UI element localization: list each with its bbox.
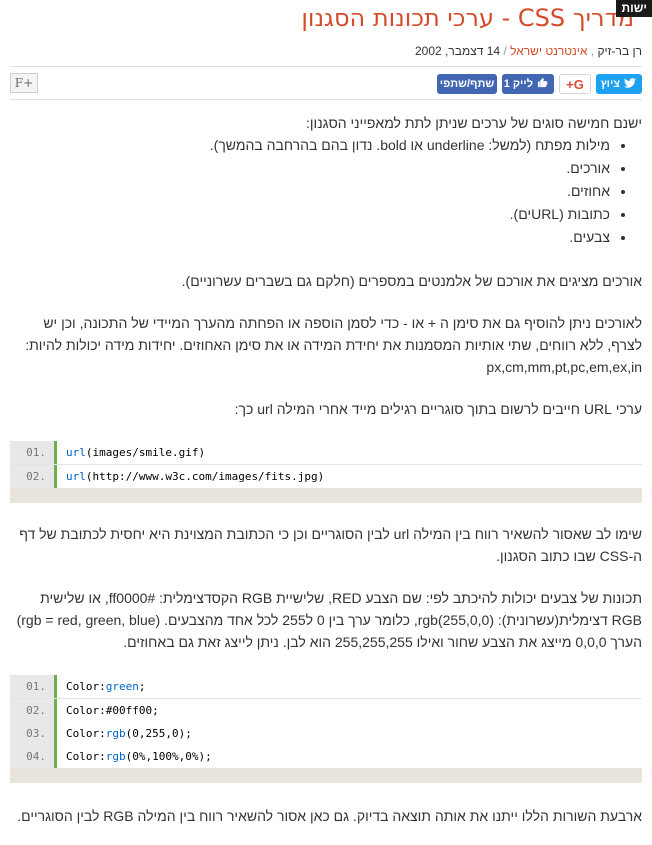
paragraph: אורכים מציגים את אורכם של אלמנטים במספרי… (181, 273, 642, 289)
code-line: 01. Color:green; (10, 675, 642, 698)
article-meta: רן בר-זיק , אינטרנט ישראל / 14 דצמבר, 20… (415, 44, 642, 58)
twitter-button[interactable]: ציוץ (596, 74, 642, 94)
gplus-icon: G+ (566, 76, 584, 92)
section-tag[interactable]: ישות (616, 0, 652, 17)
code-block: 01. url(images/smile.gif) 02. url(http:/… (10, 441, 642, 503)
share-bar: ציוץ G+ לייק 1 שתף/שתפי (437, 74, 642, 94)
thumbs-up-icon (537, 77, 548, 91)
publish-date: 14 דצמבר, 2002 (415, 44, 501, 58)
twitter-icon (624, 77, 636, 91)
code-line: 03. Color:rgb(0,255,0); (10, 721, 642, 745)
paragraph: שימו לב שאסור להשאיר רווח בין המילה url … (19, 526, 642, 564)
list-item: אורכים. (10, 157, 610, 180)
code-block: 01. Color:green; 02. Color:#00ff00; 03. … (10, 675, 642, 783)
site-link[interactable]: אינטרנט ישראל (510, 44, 587, 58)
paragraph: ערכי URL חייבים לרשום בתוך סוגריים רגילי… (234, 401, 642, 417)
value-types-list: מילות מפתח (למשל: underline או bold. נדו… (10, 134, 622, 249)
divider (10, 99, 642, 100)
gplus-button[interactable]: G+ (559, 74, 591, 94)
share-button[interactable]: שתף/שתפי (437, 74, 497, 94)
list-item: צבעים. (10, 226, 610, 249)
paragraph: ארבעת השורות הללו ייתנו את אותה תוצאה בד… (17, 808, 642, 824)
code-line: 04. Color:rgb(0%,100%,0%); (10, 744, 642, 768)
paragraph: ישנם חמישה סוגים של ערכים שניתן לתת למאפ… (306, 115, 642, 131)
list-item: אחוזים. (10, 180, 610, 203)
author-link[interactable]: רן בר-זיק (597, 44, 642, 58)
font-size-button[interactable]: F+ (10, 73, 38, 93)
paragraph: תכונות של צבעים יכולות להיכתב לפי: שם הצ… (16, 590, 642, 650)
article-body: ישנם חמישה סוגים של ערכים שניתן לתת למאפ… (10, 112, 642, 827)
code-line: 02. url(http://www.w3c.com/images/fits.j… (10, 464, 642, 488)
list-item: כתובות (URLים). (10, 203, 610, 226)
divider (10, 66, 642, 67)
like-button[interactable]: לייק 1 (502, 74, 554, 94)
code-line: 02. Color:#00ff00; (10, 698, 642, 722)
paragraph: לאורכים ניתן להוסיף גם את סימן ה + או - … (25, 315, 642, 375)
code-line: 01. url(images/smile.gif) (10, 441, 642, 464)
list-item: מילות מפתח (למשל: underline או bold. נדו… (10, 134, 610, 157)
page-title: מדריך CSS - ערכי תכונות הסגנון (301, 4, 634, 32)
